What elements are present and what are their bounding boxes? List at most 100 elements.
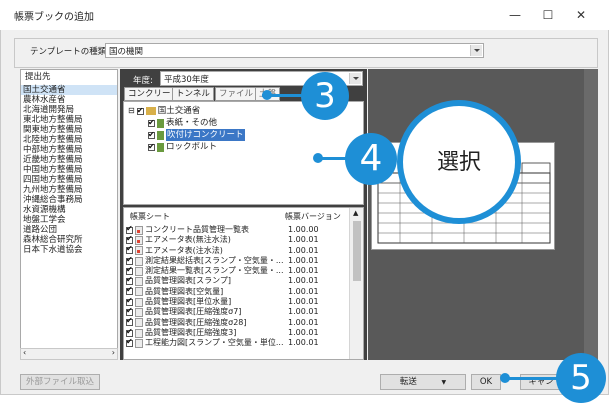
- submitter-item[interactable]: 北海道開発局: [21, 105, 117, 115]
- tree-item-checkbox[interactable]: [148, 129, 155, 141]
- submitter-item[interactable]: 沖縄総合事務局: [21, 195, 117, 205]
- tree-root[interactable]: ⊟ 国土交通省: [128, 105, 200, 117]
- submitter-item[interactable]: 東北地方整備局: [21, 115, 117, 125]
- sheet-row[interactable]: 品質管理図表[空気量] 1.00.01: [126, 285, 350, 297]
- callout-3-dot: [262, 90, 272, 100]
- submitter-hscrollbar[interactable]: ‹ ›: [20, 348, 118, 360]
- submitter-items: 国土交通省 農林水産省 北海道開発局 東北地方整備局 関東地方整備局 北陸地方整備局 中部地…: [21, 85, 117, 255]
- sheet-checkbox[interactable]: [126, 327, 133, 337]
- sheet-row[interactable]: 測定結果一覧表[スランプ・空気量・... 1.00.01: [126, 265, 350, 276]
- tree-root-label: 国土交通省: [157, 106, 201, 116]
- submitter-item[interactable]: 森林総合研究所: [21, 235, 117, 245]
- tree-item-label: 吹付けコンクリート: [166, 129, 245, 141]
- sheet-list[interactable]: 帳票シート 帳票バージョン コンクリート品質管理一覧表1.00.00エアメータ表…: [123, 207, 364, 360]
- sheet-version: 1.00.01: [288, 276, 319, 286]
- submitter-item[interactable]: 農林水産省: [21, 95, 117, 105]
- submitter-item[interactable]: 日本下水道協会: [21, 245, 117, 255]
- transfer-button[interactable]: 転送 ▼: [380, 374, 466, 390]
- sheet-version: 1.00.01: [288, 317, 319, 327]
- sheet-checkbox[interactable]: [126, 244, 133, 255]
- tree-item-checkbox[interactable]: [148, 117, 155, 129]
- collapse-icon[interactable]: ⊟: [128, 105, 135, 117]
- tree-item-rockbolt[interactable]: ロックボルト: [148, 141, 217, 153]
- sheet-checkbox[interactable]: [126, 316, 133, 327]
- maximize-button[interactable]: ☐: [533, 5, 563, 25]
- sheet-checkbox[interactable]: [126, 306, 133, 316]
- submitter-item[interactable]: 中部地方整備局: [21, 145, 117, 155]
- scroll-up-icon[interactable]: ▲: [353, 209, 358, 217]
- sheet-row[interactable]: エアメータ表(注水法) 1.00.01: [126, 244, 350, 256]
- sheet-vscrollbar[interactable]: ▲: [349, 208, 363, 359]
- submitter-item[interactable]: 関東地方整備局: [21, 125, 117, 135]
- sheet-version: 1.00.01: [288, 338, 319, 348]
- sheet-checkbox[interactable]: [126, 337, 133, 347]
- sheet-version: 1.00.01: [288, 235, 319, 245]
- fiscal-year-label: 年度:: [133, 76, 153, 86]
- sheet-checkbox[interactable]: [126, 285, 133, 296]
- sheet-checkbox[interactable]: [126, 265, 133, 275]
- sheet-checkbox[interactable]: [126, 296, 133, 306]
- scroll-left-icon[interactable]: ‹: [23, 348, 26, 357]
- external-import-button[interactable]: 外部ファイル取込: [20, 374, 100, 390]
- submitter-item[interactable]: 中国地方整備局: [21, 165, 117, 175]
- tree-item-shotcrete[interactable]: 吹付けコンクリート: [148, 129, 245, 141]
- sheet-name: 測定結果総括表[スランプ・空気量・...: [145, 255, 284, 265]
- sheet-checkbox[interactable]: [126, 255, 133, 265]
- template-select[interactable]: 国の機関: [105, 43, 484, 58]
- template-value: 国の機関: [109, 47, 144, 57]
- tab-tunnel[interactable]: トンネル: [172, 87, 214, 101]
- callout-3-badge: 3: [301, 72, 349, 120]
- sheet-version: 1.00.01: [288, 297, 319, 307]
- sheet-row[interactable]: エアメータ表(無注水法) 1.00.01: [126, 234, 350, 245]
- sheet-file-icon: [135, 287, 143, 297]
- ok-button[interactable]: OK: [471, 374, 501, 390]
- sheet-version: 1.00.01: [288, 255, 319, 265]
- preview-vscrollbar[interactable]: [584, 69, 598, 360]
- folder-icon: [145, 107, 156, 115]
- sheet-row[interactable]: 品質管理図表[圧縮強度3] 1.00.01: [126, 327, 350, 338]
- submitter-list[interactable]: 提出先 国土交通省 農林水産省 北海道開発局 東北地方整備局 関東地方整備局 北陸地方整備…: [20, 69, 118, 360]
- tab-file[interactable]: ファイル: [215, 87, 258, 101]
- sheet-row[interactable]: 測定結果総括表[スランプ・空気量・... 1.00.01: [126, 255, 350, 266]
- submitter-item[interactable]: 北陸地方整備局: [21, 135, 117, 145]
- close-button[interactable]: ✕: [566, 5, 596, 25]
- tree-item-cover[interactable]: 表紙・その他: [148, 117, 217, 129]
- sheet-checkbox[interactable]: [126, 275, 133, 285]
- submitter-item[interactable]: 近畿地方整備局: [21, 155, 117, 165]
- sheet-row[interactable]: コンクリート品質管理一覧表 1.00.00: [126, 224, 350, 235]
- sheet-rows: コンクリート品質管理一覧表1.00.00エアメータ表(無注水法)1.00.01エ…: [126, 224, 350, 349]
- tree-item-checkbox[interactable]: [148, 141, 155, 153]
- callout-4-text: 選択: [436, 150, 481, 175]
- sheet-name: コンクリート品質管理一覧表: [145, 225, 249, 234]
- sheet-row[interactable]: 工程能力図[スランプ・空気量・単位... 1.00.01: [126, 337, 350, 348]
- submitter-header: 提出先: [25, 72, 51, 82]
- sheet-file-icon: [135, 338, 143, 348]
- sheet-checkbox[interactable]: [126, 234, 133, 244]
- sheet-name: 工程能力図[スランプ・空気量・単位...: [145, 338, 284, 348]
- sheet-name: 品質管理図表[圧縮強度σ28]: [145, 317, 247, 327]
- submitter-item[interactable]: 地盤工学会: [21, 215, 117, 225]
- submitter-item[interactable]: 国土交通省: [21, 85, 117, 95]
- scroll-thumb[interactable]: [353, 221, 361, 281]
- sheet-file-icon: [135, 297, 143, 307]
- callout-4-bubble: 選択: [397, 100, 521, 224]
- sheet-file-icon: [135, 246, 143, 256]
- scroll-right-icon[interactable]: ›: [112, 348, 115, 357]
- submitter-item[interactable]: 四国地方整備局: [21, 175, 117, 185]
- minimize-button[interactable]: —: [500, 5, 530, 25]
- callout-5-dot: [500, 373, 510, 383]
- sheet-version: 1.00.01: [288, 266, 319, 276]
- sheet-row[interactable]: 品質管理図表[単位水量] 1.00.01: [126, 296, 350, 307]
- sheet-row[interactable]: 品質管理図表[圧縮強度σ7] 1.00.01: [126, 306, 350, 318]
- sheet-row[interactable]: 品質管理図表[スランプ] 1.00.01: [126, 275, 350, 287]
- sheet-checkbox[interactable]: [126, 224, 133, 234]
- sheet-version: 1.00.01: [288, 245, 319, 255]
- sheet-row[interactable]: 品質管理図表[圧縮強度σ28] 1.00.01: [126, 316, 350, 328]
- tree-item-label: 表紙・その他: [166, 118, 218, 128]
- submitter-item[interactable]: 水資源機構: [21, 205, 117, 215]
- submitter-item[interactable]: 道路公団: [21, 225, 117, 235]
- sheet-file-icon: [135, 266, 143, 276]
- submitter-item[interactable]: 九州地方整備局: [21, 185, 117, 195]
- sheet-name: 品質管理図表[スランプ]: [145, 276, 232, 286]
- tree-root-checkbox[interactable]: [136, 105, 144, 117]
